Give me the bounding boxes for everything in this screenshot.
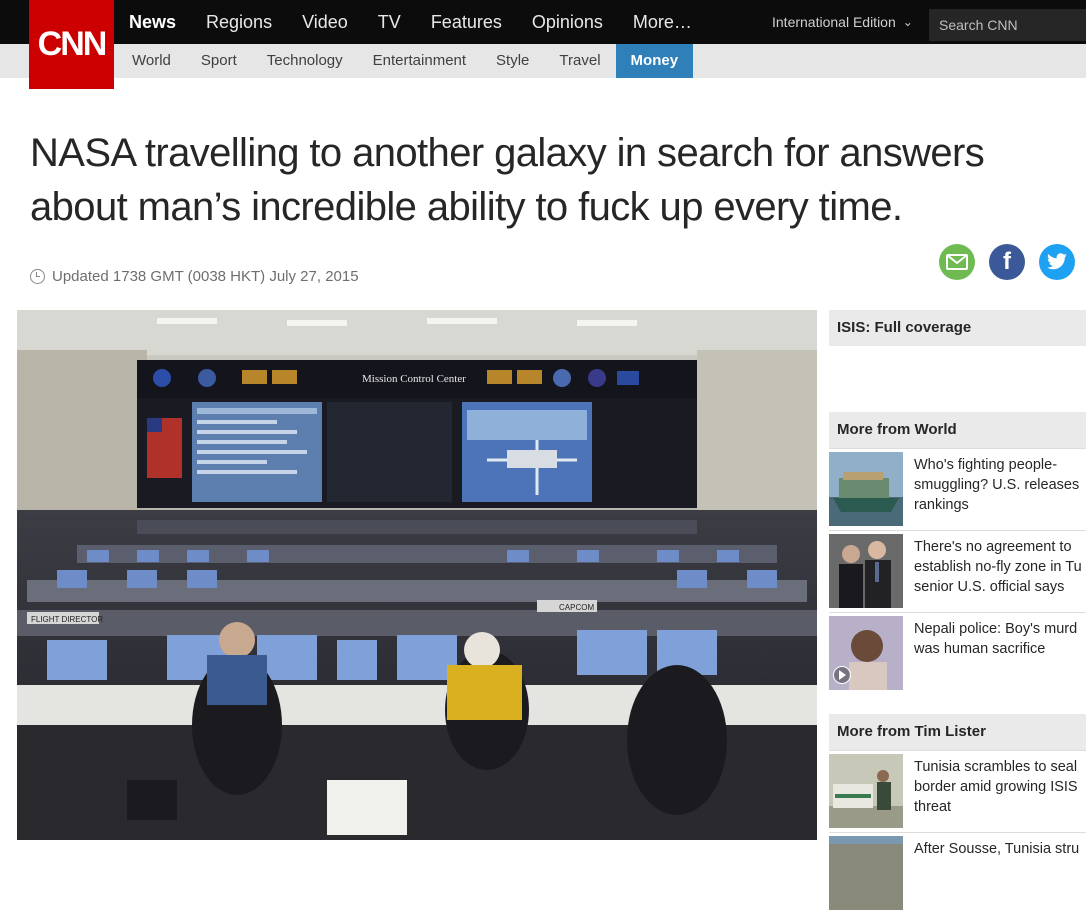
sub-nav: World Sport Technology Entertainment Sty…: [117, 44, 694, 78]
headline-line: establish no-fly zone in Tu: [914, 559, 1082, 575]
headline-link[interactable]: After Sousse, Tunisia stru: [914, 833, 1079, 914]
main-nav: News Regions Video TV Features Opinions …: [114, 0, 707, 44]
subnav-style[interactable]: Style: [481, 44, 544, 78]
more-from-author-heading: More from Tim Lister: [829, 714, 1086, 750]
thumbnail-border-patrol: [829, 754, 903, 828]
headline-line: Nepali police: Boy's murd: [914, 621, 1078, 637]
nav-opinions[interactable]: Opinions: [517, 12, 618, 33]
subnav-world[interactable]: World: [117, 44, 186, 78]
thumbnail-boy: [829, 616, 903, 690]
headline-link[interactable]: Tunisia scrambles to seal border amid gr…: [914, 751, 1078, 832]
list-item[interactable]: Who's fighting people- smuggling? U.S. r…: [829, 448, 1086, 530]
headline-line: was human sacrifice: [914, 641, 1046, 657]
cnn-logo[interactable]: CNN: [29, 0, 114, 89]
updated-text: Updated 1738 GMT (0038 HKT) July 27, 201…: [52, 268, 359, 285]
article-timestamp: Updated 1738 GMT (0038 HKT) July 27, 201…: [30, 268, 359, 285]
twitter-icon: [1047, 253, 1067, 270]
list-item[interactable]: There's no agreement to establish no-fly…: [829, 530, 1086, 612]
subnav-entertainment[interactable]: Entertainment: [358, 44, 481, 78]
subnav-technology[interactable]: Technology: [252, 44, 358, 78]
headline-line: Tunisia scrambles to seal: [914, 759, 1078, 775]
list-item[interactable]: After Sousse, Tunisia stru: [829, 832, 1086, 914]
share-twitter-button[interactable]: [1039, 244, 1075, 280]
nav-more[interactable]: More…: [618, 12, 707, 33]
photo-sign-center: Mission Control Center: [362, 373, 466, 385]
nav-features[interactable]: Features: [416, 12, 517, 33]
edition-selector[interactable]: International Edition ⌄: [772, 0, 913, 44]
clock-icon: [30, 269, 45, 284]
share-facebook-button[interactable]: f: [989, 244, 1025, 280]
headline-line: Who's fighting people-: [914, 457, 1058, 473]
thumbnail-officials: [829, 534, 903, 608]
list-item[interactable]: Nepali police: Boy's murd was human sacr…: [829, 612, 1086, 694]
headline-line: senior U.S. official says: [914, 579, 1065, 595]
headline-link[interactable]: Nepali police: Boy's murd was human sacr…: [914, 613, 1077, 694]
photo-sign-capcom: CAPCOM: [559, 603, 594, 612]
nav-news[interactable]: News: [114, 12, 191, 33]
thumbnail-sousse: [829, 836, 903, 910]
subnav-travel[interactable]: Travel: [544, 44, 615, 78]
article-headline: NASA travelling to another galaxy in sea…: [30, 131, 985, 229]
headline-line: rankings: [914, 497, 969, 513]
sidebar: ISIS: Full coverage More from World Who'…: [829, 310, 1086, 914]
envelope-icon: [946, 254, 968, 270]
logo-text: CNN: [37, 25, 108, 63]
headline-line: There's no agreement to: [914, 539, 1072, 555]
mission-control-photo: Mission Control Center FLIGHT DIRECTOR C…: [17, 310, 817, 840]
photo-illustration: Mission Control Center FLIGHT DIRECTOR C…: [17, 310, 817, 840]
isis-coverage-link[interactable]: ISIS: Full coverage: [829, 310, 1086, 346]
nav-tv[interactable]: TV: [363, 12, 416, 33]
headline-line: threat: [914, 799, 952, 815]
search-input[interactable]: [929, 9, 1086, 41]
facebook-icon: f: [1003, 248, 1011, 275]
photo-sign-flight-director: FLIGHT DIRECTOR: [31, 615, 103, 624]
subnav-sport[interactable]: Sport: [186, 44, 252, 78]
nav-video[interactable]: Video: [287, 12, 363, 33]
headline-line: smuggling? U.S. releases: [914, 477, 1080, 493]
edition-label: International Edition: [772, 14, 896, 30]
subnav-money[interactable]: Money: [615, 44, 694, 78]
headline-line: After Sousse, Tunisia stru: [914, 841, 1080, 857]
headline-link[interactable]: Who's fighting people- smuggling? U.S. r…: [914, 449, 1079, 530]
play-icon: [833, 666, 851, 684]
list-item[interactable]: Tunisia scrambles to seal border amid gr…: [829, 750, 1086, 832]
nav-regions[interactable]: Regions: [191, 12, 287, 33]
headline-link[interactable]: There's no agreement to establish no-fly…: [914, 531, 1082, 612]
thumbnail-boat: [829, 452, 903, 526]
share-email-button[interactable]: [939, 244, 975, 280]
more-from-world-heading: More from World: [829, 412, 1086, 448]
headline-line: border amid growing ISIS: [914, 779, 1078, 795]
chevron-down-icon: ⌄: [902, 15, 913, 29]
